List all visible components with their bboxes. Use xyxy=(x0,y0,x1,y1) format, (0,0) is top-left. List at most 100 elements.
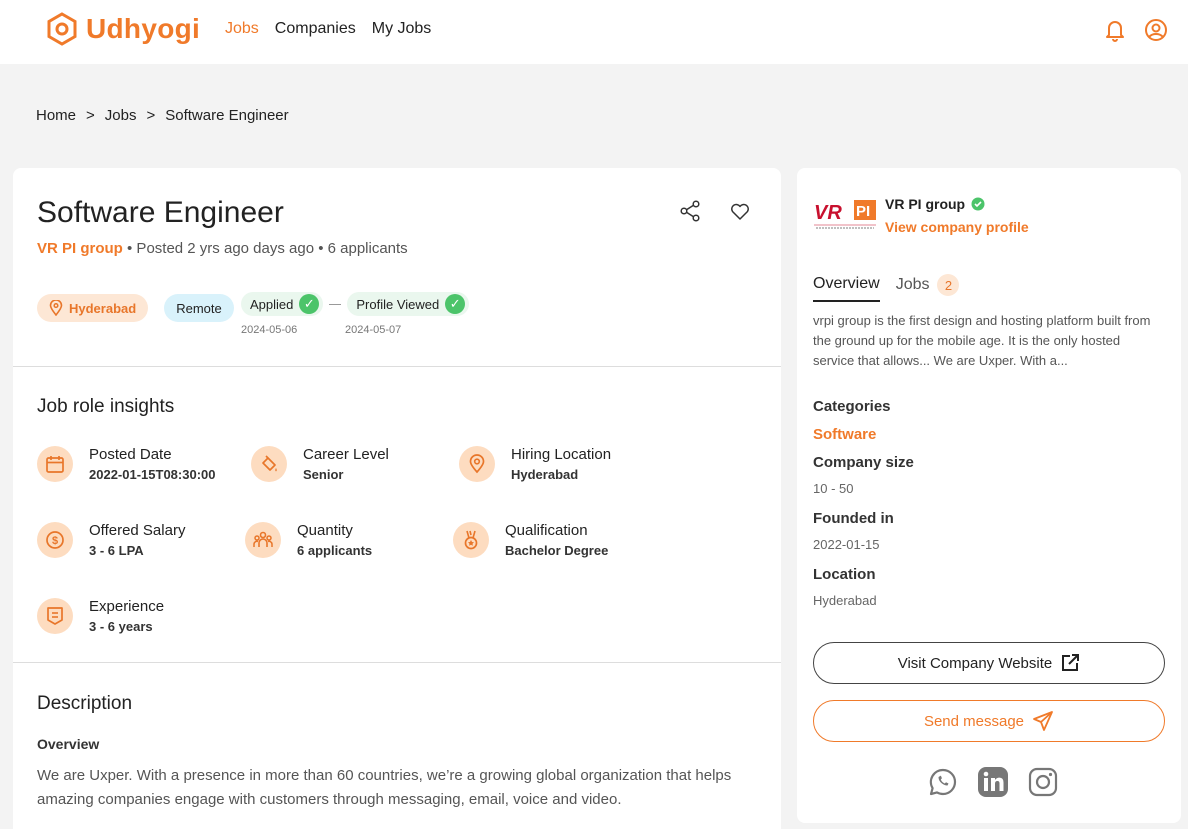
breadcrumb-current: Software Engineer xyxy=(165,107,289,124)
brand-logo[interactable]: Udhyogi xyxy=(46,12,200,46)
medal-icon xyxy=(453,522,489,558)
insight-career-level: Career Level Senior xyxy=(251,446,389,482)
company-name: VR PI group xyxy=(885,196,985,212)
breadcrumb-separator: > xyxy=(146,107,156,124)
company-card: VR PI VR PI group View company profile O… xyxy=(797,168,1181,823)
description-title: Description xyxy=(37,693,133,714)
location-pin-icon xyxy=(49,300,63,316)
jobs-count-badge: 2 xyxy=(937,274,960,296)
insight-label: Offered Salary xyxy=(89,522,186,539)
tab-jobs[interactable]: Jobs 2 xyxy=(896,274,960,302)
svg-text:$: $ xyxy=(52,535,58,547)
view-company-profile-link[interactable]: View company profile xyxy=(885,219,1029,235)
check-icon: ✓ xyxy=(445,294,466,314)
verified-icon xyxy=(971,197,985,211)
tab-jobs-label: Jobs xyxy=(895,276,930,293)
tab-overview[interactable]: Overview xyxy=(813,274,880,302)
job-tags: Hyderabad Remote xyxy=(37,294,234,322)
location-pin-icon xyxy=(459,446,495,482)
tab-overview-label: Overview xyxy=(813,275,880,292)
insight-experience: Experience 3 - 6 years xyxy=(37,598,164,634)
insight-value: 2022-01-15T08:30:00 xyxy=(89,467,216,482)
nav-my-jobs[interactable]: My Jobs xyxy=(372,20,432,38)
insight-label: Hiring Location xyxy=(511,446,612,463)
hexagon-logo-icon xyxy=(47,12,77,46)
insight-value: 6 applicants xyxy=(297,543,373,558)
dollar-coin-icon: $ xyxy=(37,522,73,558)
founded-value: 2022-01-15 xyxy=(813,537,880,552)
nav-companies[interactable]: Companies xyxy=(275,20,356,38)
brand-name: Udhyogi xyxy=(86,13,201,44)
visit-website-button[interactable]: Visit Company Website xyxy=(813,642,1165,684)
company-size-label: Company size xyxy=(813,454,914,471)
job-actions xyxy=(679,200,751,222)
job-detail-card: Software Engineer VR PI group • Posted 2… xyxy=(13,168,781,829)
header-actions xyxy=(1104,18,1168,42)
breadcrumb: Home > Jobs > Software Engineer xyxy=(36,107,289,124)
status-viewed-label: Profile Viewed xyxy=(356,296,440,312)
insights-title: Job role insights xyxy=(37,396,175,417)
company-logo[interactable]: VR PI xyxy=(813,198,877,232)
categories-value[interactable]: Software xyxy=(813,426,876,443)
svg-text:PI: PI xyxy=(856,203,870,220)
calendar-icon xyxy=(37,446,73,482)
breadcrumb-jobs[interactable]: Jobs xyxy=(105,107,137,124)
job-title: Software Engineer xyxy=(37,196,284,229)
categories-label: Categories xyxy=(813,398,891,415)
main-nav: Jobs Companies My Jobs xyxy=(225,20,431,38)
divider xyxy=(13,662,781,663)
linkedin-icon[interactable] xyxy=(977,766,1009,798)
share-icon[interactable] xyxy=(679,200,701,222)
company-tabs: Overview Jobs 2 xyxy=(813,274,960,302)
location-label: Location xyxy=(813,566,876,583)
insight-label: Posted Date xyxy=(89,446,172,463)
founded-label: Founded in xyxy=(813,510,894,527)
status-applied: Applied ✓ xyxy=(241,292,324,316)
insight-qualification: Qualification Bachelor Degree xyxy=(453,522,608,558)
visit-website-label: Visit Company Website xyxy=(897,654,1053,672)
instagram-icon[interactable] xyxy=(1027,766,1059,798)
job-posted-info: • Posted 2 yrs ago days ago • 6 applican… xyxy=(127,240,408,257)
status-viewed-date: 2024-05-07 xyxy=(345,324,402,336)
insight-value: 3 - 6 years xyxy=(89,619,153,634)
heart-icon[interactable] xyxy=(729,200,751,222)
insight-quantity: Quantity 6 applicants xyxy=(245,522,372,558)
insight-label: Experience xyxy=(89,598,165,615)
status-applied-label: Applied xyxy=(250,296,294,312)
insight-posted-date: Posted Date 2022-01-15T08:30:00 xyxy=(37,446,215,482)
send-message-button[interactable]: Send message xyxy=(813,700,1165,742)
location-tag-label: Hyderabad xyxy=(69,300,137,316)
nav-jobs[interactable]: Jobs xyxy=(225,20,259,38)
check-icon: ✓ xyxy=(299,294,320,314)
company-about: vrpi group is the first design and hosti… xyxy=(813,313,1151,368)
job-company-link[interactable]: VR PI group xyxy=(37,240,123,257)
top-bar: Udhyogi Jobs Companies My Jobs xyxy=(0,0,1188,64)
breadcrumb-home[interactable]: Home xyxy=(36,107,76,124)
remote-tag-label: Remote xyxy=(176,300,222,316)
status-connector xyxy=(329,303,342,305)
insight-label: Career Level xyxy=(303,446,389,463)
job-meta: VR PI group • Posted 2 yrs ago days ago … xyxy=(37,240,408,257)
insight-value: Hyderabad xyxy=(511,467,579,482)
insight-hiring-location: Hiring Location Hyderabad xyxy=(459,446,611,482)
company-size-value: 10 - 50 xyxy=(813,481,854,496)
divider xyxy=(13,366,781,367)
whatsapp-icon[interactable] xyxy=(927,766,959,798)
paint-bucket-icon xyxy=(251,446,287,482)
svg-text:VR: VR xyxy=(814,202,842,224)
user-circle-icon[interactable] xyxy=(1144,18,1168,42)
status-profile-viewed: Profile Viewed ✓ xyxy=(347,292,470,316)
send-message-label: Send message xyxy=(923,712,1025,730)
location-tag: Hyderabad xyxy=(37,294,149,322)
insight-offered-salary: $ Offered Salary 3 - 6 LPA xyxy=(37,522,185,558)
status-row: Applied ✓ Profile Viewed ✓ xyxy=(241,292,470,316)
description-subtitle: Overview xyxy=(37,736,100,752)
insight-value: 3 - 6 LPA xyxy=(89,543,144,558)
insight-label: Quantity xyxy=(297,522,353,539)
company-name-label: VR PI group xyxy=(885,196,966,212)
description-text: We are Uxper. With a presence in more th… xyxy=(37,767,732,808)
social-links xyxy=(927,766,1059,798)
bell-icon[interactable] xyxy=(1104,18,1126,42)
location-value: Hyderabad xyxy=(813,593,877,608)
badge-icon xyxy=(37,598,73,634)
